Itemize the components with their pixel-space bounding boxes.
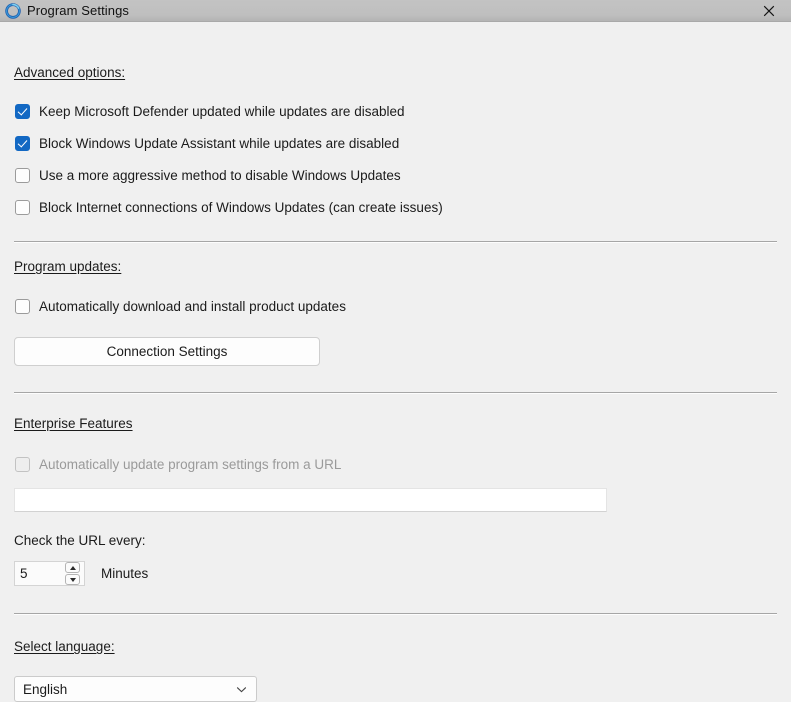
checkbox-keep-defender-updated[interactable] (15, 104, 30, 119)
chevron-down-icon (236, 686, 247, 692)
window-title: Program Settings (27, 3, 130, 18)
spinner-increment-button[interactable] (65, 562, 80, 573)
url-interval-spinner[interactable] (14, 561, 85, 586)
spinner-decrement-button[interactable] (65, 574, 80, 585)
checkbox-row-auto-download-updates[interactable]: Automatically download and install produ… (15, 299, 346, 314)
language-select-value: English (23, 681, 68, 697)
connection-settings-button[interactable]: Connection Settings (14, 337, 320, 366)
checkbox-label-keep-defender-updated: Keep Microsoft Defender updated while up… (39, 104, 405, 119)
window-titlebar: Program Settings (0, 0, 791, 22)
close-icon (763, 5, 774, 16)
checkbox-label-aggressive-method: Use a more aggressive method to disable … (39, 168, 401, 183)
checkbox-row-auto-update-settings-url: Automatically update program settings fr… (15, 457, 341, 472)
checkbox-row-keep-defender-updated[interactable]: Keep Microsoft Defender updated while up… (15, 104, 404, 119)
check-url-interval-label: Check the URL every: (14, 533, 146, 548)
checkbox-label-auto-download-updates: Automatically download and install produ… (39, 299, 346, 314)
checkbox-auto-update-settings-url (15, 457, 30, 472)
program-updates-heading: Program updates: (14, 259, 122, 274)
settings-content: Advanced options: Keep Microsoft Defende… (0, 22, 791, 702)
checkbox-row-aggressive-method[interactable]: Use a more aggressive method to disable … (15, 168, 401, 183)
checkbox-aggressive-method[interactable] (15, 168, 30, 183)
checkbox-auto-download-updates[interactable] (15, 299, 30, 314)
circular-ring-icon (5, 2, 21, 19)
select-language-heading: Select language: (14, 639, 115, 654)
checkbox-label-block-update-assistant: Block Windows Update Assistant while upd… (39, 136, 400, 151)
checkbox-row-block-update-assistant[interactable]: Block Windows Update Assistant while upd… (15, 136, 399, 151)
settings-url-input[interactable] (14, 488, 607, 512)
checkbox-row-block-internet-connections[interactable]: Block Internet connections of Windows Up… (15, 200, 443, 215)
checkbox-label-block-internet-connections: Block Internet connections of Windows Up… (39, 200, 443, 215)
spinner-arrow-group (63, 562, 84, 585)
checkbox-label-auto-update-settings-url: Automatically update program settings fr… (39, 457, 342, 472)
divider-advanced (14, 241, 777, 243)
divider-enterprise (14, 613, 777, 615)
checkbox-block-internet-connections[interactable] (15, 200, 30, 215)
close-window-button[interactable] (746, 0, 791, 21)
language-select[interactable]: English (14, 676, 257, 702)
enterprise-features-heading: Enterprise Features (14, 416, 133, 431)
advanced-options-heading: Advanced options: (14, 65, 126, 80)
interval-units-label: Minutes (101, 566, 149, 581)
checkbox-block-update-assistant[interactable] (15, 136, 30, 151)
divider-program-updates (14, 392, 777, 394)
chevron-down-icon (69, 577, 76, 582)
url-interval-value[interactable] (15, 562, 63, 585)
chevron-up-icon (69, 565, 76, 570)
